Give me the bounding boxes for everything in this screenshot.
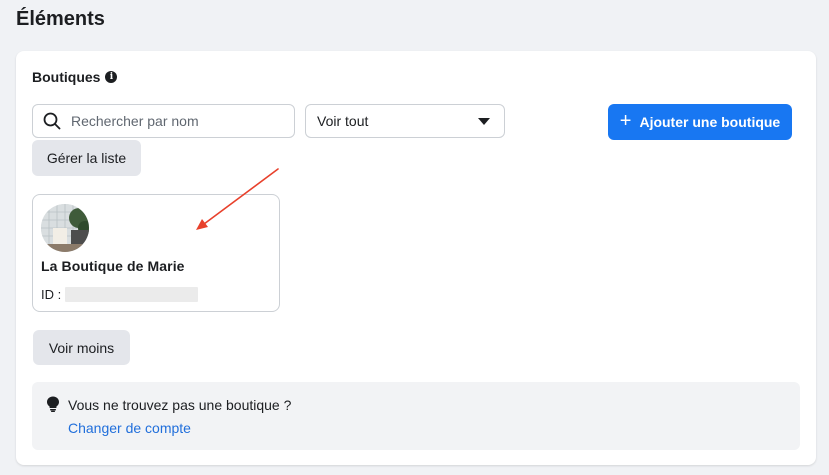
- page-title: Éléments: [16, 8, 105, 30]
- info-icon[interactable]: i: [105, 71, 118, 83]
- annotation-arrow: [196, 168, 279, 230]
- shop-id: ID :: [41, 287, 199, 302]
- section-title: Boutiques: [32, 69, 101, 85]
- caret-down-icon: [478, 117, 490, 125]
- lightbulb-icon: [47, 396, 59, 412]
- shop-avatar-image: [41, 204, 89, 252]
- not-found-notice: Vous ne trouvez pas une boutique ? Chang…: [32, 382, 800, 450]
- filter-selected-value: Voir tout: [317, 113, 369, 129]
- switch-account-link[interactable]: Changer de compte: [68, 420, 191, 436]
- notice-text: Vous ne trouvez pas une boutique ?: [68, 397, 292, 413]
- filter-select[interactable]: Voir tout: [305, 104, 505, 138]
- shop-id-label: ID :: [41, 287, 62, 302]
- manage-list-button[interactable]: Gérer la liste: [32, 140, 141, 176]
- shop-avatar[interactable]: [41, 204, 89, 252]
- shop-name: La Boutique de Marie: [41, 258, 185, 274]
- search-input[interactable]: [69, 112, 283, 130]
- plus-icon: +: [619, 110, 632, 132]
- show-less-button[interactable]: Voir moins: [33, 330, 130, 365]
- add-shop-label: Ajouter une boutique: [639, 114, 781, 130]
- search-field[interactable]: [32, 104, 295, 138]
- add-shop-button[interactable]: + Ajouter une boutique: [608, 104, 792, 140]
- shops-panel: Boutiques i Voir tout + Ajouter une bout…: [16, 51, 816, 465]
- search-icon: [43, 112, 61, 130]
- section-header: Boutiques i: [32, 69, 118, 85]
- shop-id-redacted-value: [65, 287, 199, 302]
